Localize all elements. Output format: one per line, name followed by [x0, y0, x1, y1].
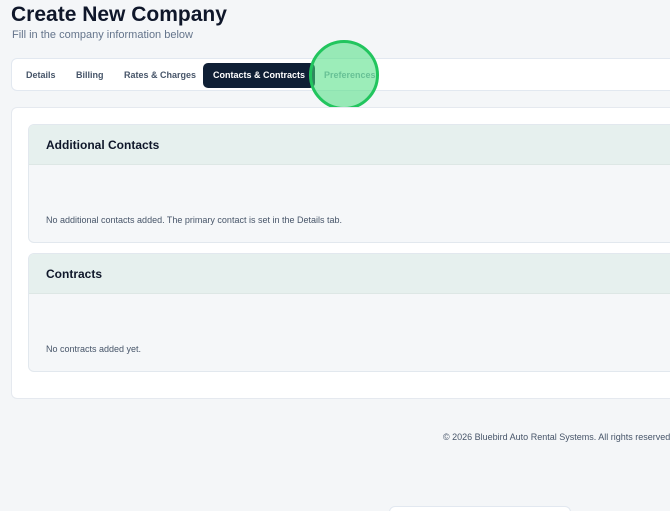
contracts-title: Contracts: [29, 254, 670, 294]
create-company-page: Create New Company Fill in the company i…: [0, 0, 670, 511]
contracts-empty-text: No contracts added yet.: [46, 344, 142, 354]
tab-preferences[interactable]: Preferences: [314, 63, 386, 88]
page-subtitle: Fill in the company information below: [12, 29, 193, 41]
tab-contacts-contracts[interactable]: Contacts & Contracts: [203, 63, 316, 88]
contacts-contracts-panel: Additional Contacts No additional contac…: [11, 107, 670, 399]
contracts-section: Contracts No contracts added yet.: [28, 253, 670, 372]
additional-contacts-title: Additional Contacts: [29, 125, 670, 165]
additional-contacts-section: Additional Contacts No additional contac…: [28, 124, 670, 243]
additional-contacts-empty-text: No additional contacts added. The primar…: [46, 215, 342, 225]
bottom-action-bar: [389, 506, 571, 511]
tab-billing[interactable]: Billing: [66, 63, 114, 88]
page-title: Create New Company: [11, 3, 227, 26]
tab-rates-charges[interactable]: Rates & Charges: [114, 63, 206, 88]
tab-details[interactable]: Details: [16, 63, 66, 88]
footer-copyright: © 2026 Bluebird Auto Rental Systems. All…: [443, 432, 670, 442]
tab-bar: Details Billing Rates & Charges Contacts…: [11, 58, 670, 91]
